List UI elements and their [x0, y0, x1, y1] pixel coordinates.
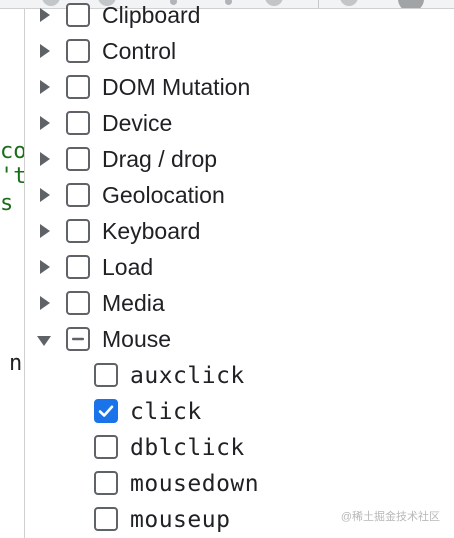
- category-label: Geolocation: [102, 182, 225, 208]
- event-row[interactable]: mousedown: [25, 465, 454, 501]
- event-label: dblclick: [130, 435, 245, 461]
- category-label: Mouse: [102, 326, 172, 352]
- expand-arrow-right-icon[interactable]: [40, 152, 50, 166]
- event-checkbox[interactable]: [94, 435, 118, 459]
- event-label: mousedown: [130, 471, 260, 497]
- category-label: Control: [102, 38, 177, 64]
- category-label: Load: [102, 254, 154, 280]
- indeterminate-dash-icon: [72, 337, 84, 341]
- source-code-pane: co 't s n: [0, 9, 25, 538]
- category-row[interactable]: Clipboard: [25, 0, 454, 33]
- category-label: DOM Mutation: [102, 74, 251, 100]
- category-checkbox[interactable]: [66, 3, 90, 27]
- category-label: Device: [102, 110, 173, 136]
- event-row[interactable]: click: [25, 393, 454, 429]
- event-checkbox[interactable]: [94, 507, 118, 531]
- code-fragment: co: [0, 139, 25, 164]
- category-row[interactable]: Geolocation: [25, 177, 454, 213]
- category-checkbox[interactable]: [66, 183, 90, 207]
- category-checkbox[interactable]: [66, 147, 90, 171]
- category-checkbox[interactable]: [66, 111, 90, 135]
- expand-arrow-right-icon[interactable]: [40, 296, 50, 310]
- expand-arrow-right-icon[interactable]: [40, 8, 50, 22]
- category-label: Clipboard: [102, 2, 201, 28]
- event-label: auxclick: [130, 363, 245, 389]
- event-checkbox[interactable]: [94, 471, 118, 495]
- expand-arrow-right-icon[interactable]: [40, 260, 50, 274]
- category-row[interactable]: DOM Mutation: [25, 69, 454, 105]
- devtools-panel: co 't s n Clipboard Control DOM Mutation De…: [0, 0, 454, 538]
- category-checkbox[interactable]: [66, 255, 90, 279]
- category-row[interactable]: Media: [25, 285, 454, 321]
- category-row[interactable]: Device: [25, 105, 454, 141]
- code-fragment: s: [0, 191, 14, 216]
- category-checkbox[interactable]: [66, 75, 90, 99]
- event-checkbox[interactable]: [94, 363, 118, 387]
- expand-arrow-right-icon[interactable]: [40, 116, 50, 130]
- category-row[interactable]: Drag / drop: [25, 141, 454, 177]
- watermark: @稀土掘金技术社区: [340, 511, 440, 523]
- category-label: Drag / drop: [102, 146, 218, 172]
- event-listener-breakpoints-tree: Clipboard Control DOM Mutation Device Drag /…: [25, 0, 454, 538]
- code-fragment: n: [9, 351, 23, 376]
- event-label: click: [130, 399, 202, 425]
- expand-arrow-right-icon[interactable]: [40, 188, 50, 202]
- expand-arrow-right-icon[interactable]: [40, 80, 50, 94]
- checkmark-icon: [98, 405, 114, 417]
- category-checkbox[interactable]: [66, 219, 90, 243]
- event-checkbox[interactable]: [94, 399, 118, 423]
- code-fragment: 't: [0, 164, 25, 189]
- expand-arrow-right-icon[interactable]: [40, 44, 50, 58]
- category-row[interactable]: Control: [25, 33, 454, 69]
- category-row[interactable]: Load: [25, 249, 454, 285]
- expand-arrow-down-icon[interactable]: [37, 336, 51, 346]
- category-checkbox[interactable]: [66, 327, 90, 351]
- category-label: Keyboard: [102, 218, 201, 244]
- category-row[interactable]: Keyboard: [25, 213, 454, 249]
- category-checkbox[interactable]: [66, 39, 90, 63]
- expand-arrow-right-icon[interactable]: [40, 224, 50, 238]
- event-row[interactable]: dblclick: [25, 429, 454, 465]
- category-label: Media: [102, 290, 165, 316]
- event-row[interactable]: auxclick: [25, 357, 454, 393]
- category-row[interactable]: Mouse: [25, 321, 454, 357]
- category-checkbox[interactable]: [66, 291, 90, 315]
- event-label: mouseup: [130, 507, 231, 533]
